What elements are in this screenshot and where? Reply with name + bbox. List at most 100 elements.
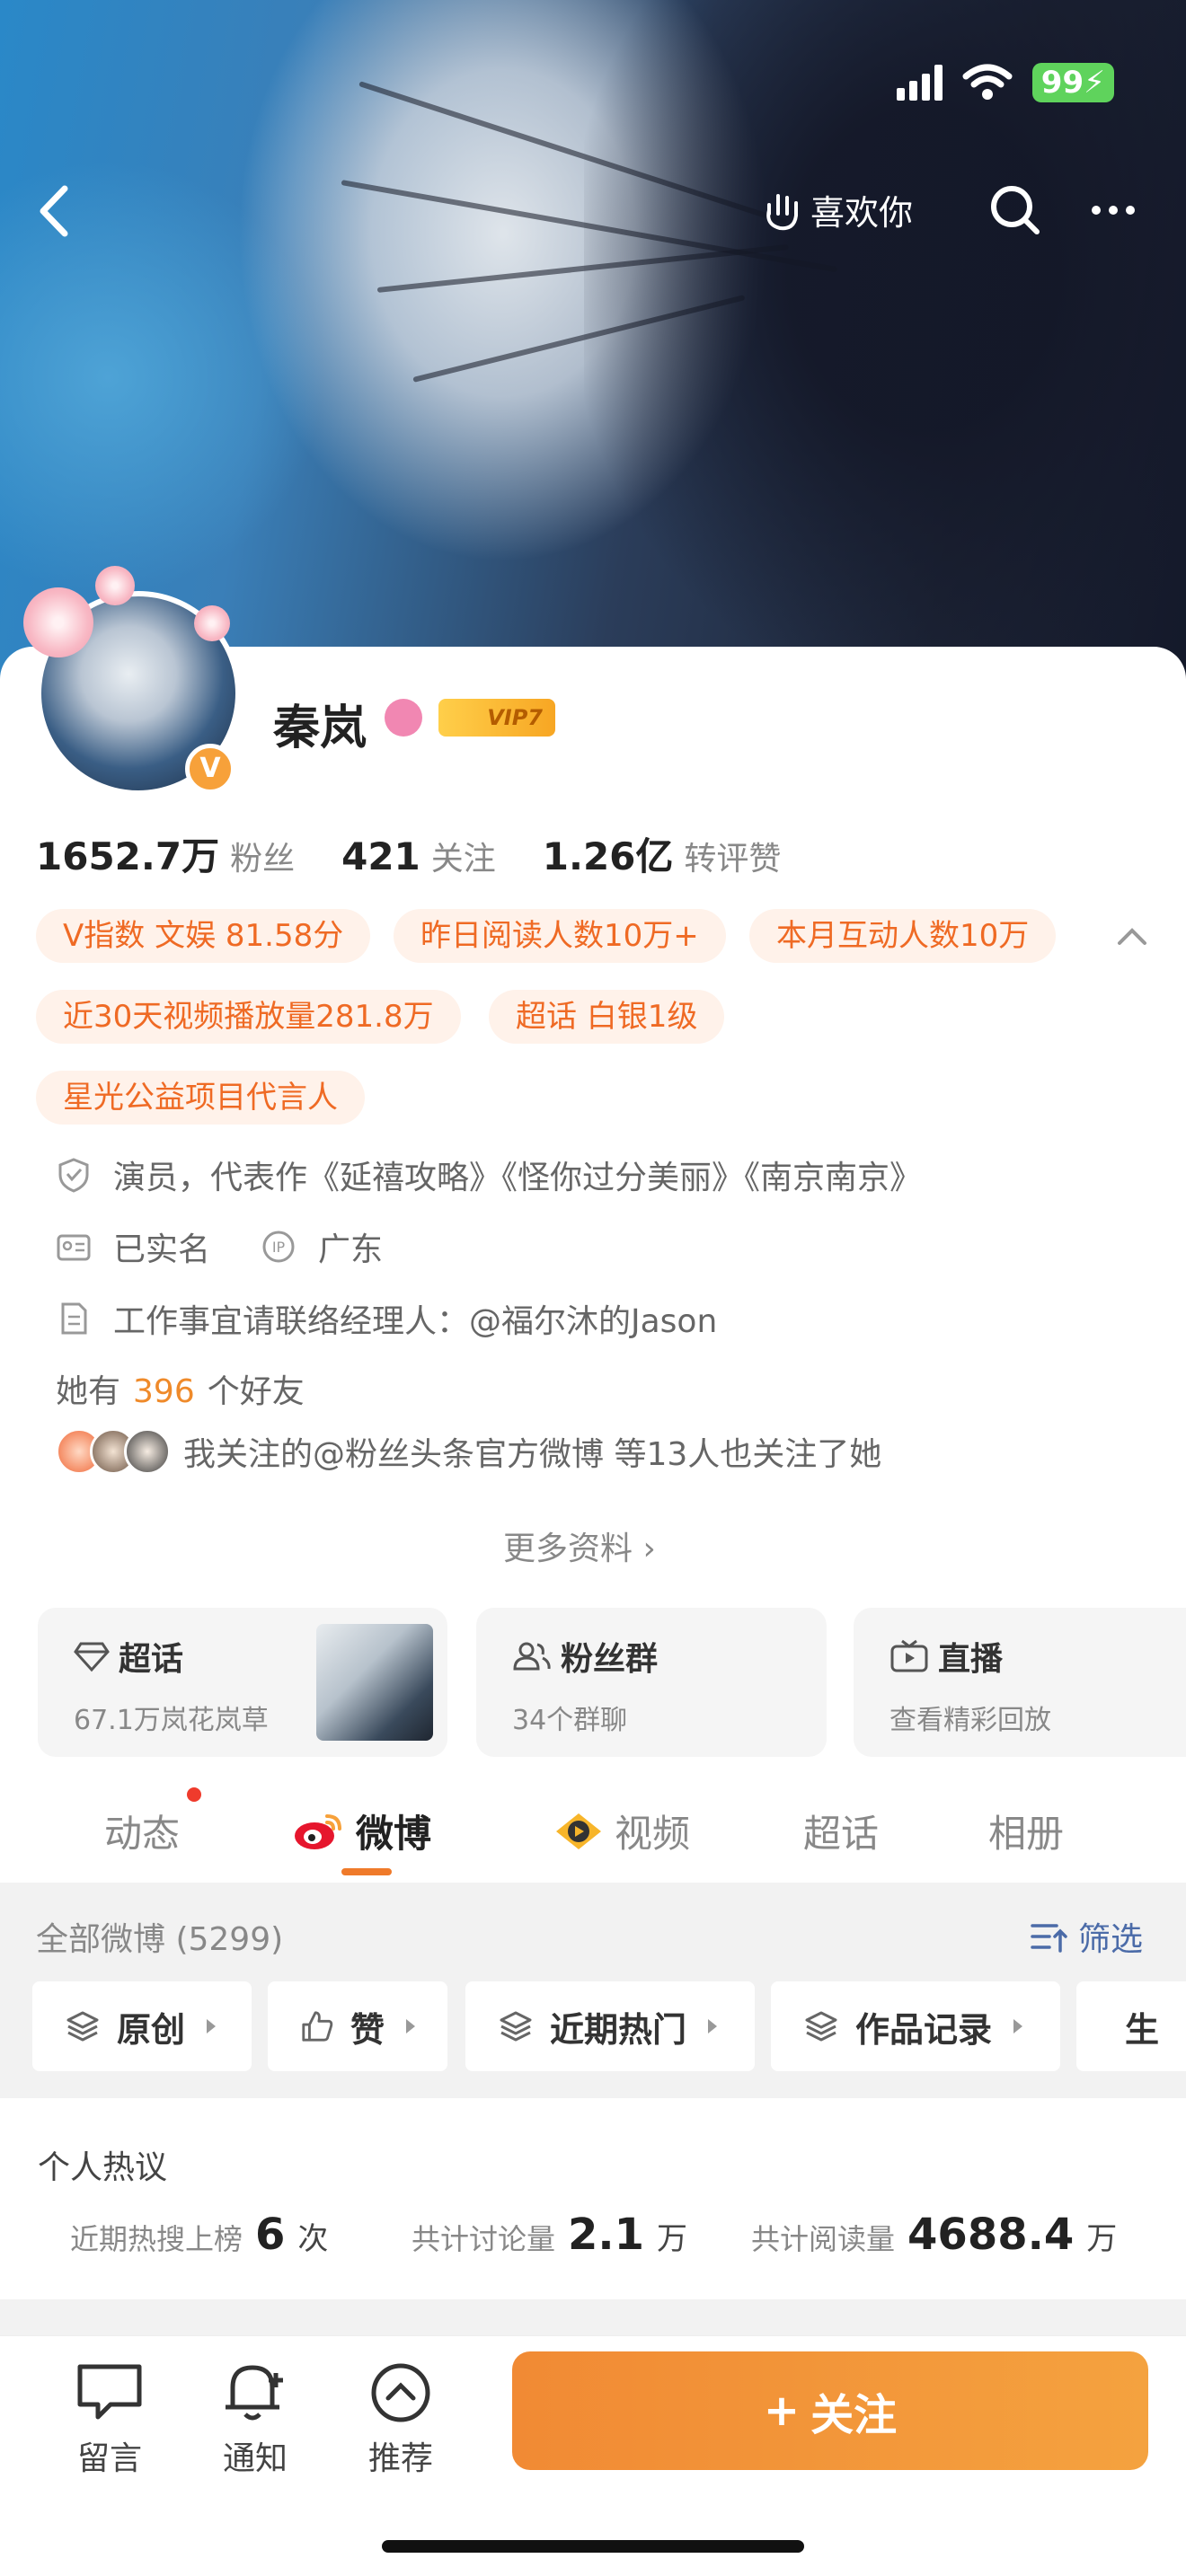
chip-original[interactable]: 原创 xyxy=(32,1981,252,2071)
tab-album[interactable]: 相册 xyxy=(988,1804,1064,1858)
chip-life[interactable]: 生 xyxy=(1076,1981,1186,2071)
verified-v-icon: V xyxy=(185,744,235,794)
weibo-logo-icon xyxy=(295,1813,341,1849)
wifi-icon xyxy=(962,64,1013,100)
fan-group-title: 粉丝群 xyxy=(561,1641,659,1678)
like-you-button[interactable]: 喜欢你 xyxy=(762,185,913,234)
thumbs-up-icon xyxy=(302,2011,333,2042)
bell-plus-icon xyxy=(226,2365,283,2421)
following-count[interactable]: 421 xyxy=(341,834,420,878)
contact-row: 工作事宜请联络经理人：@福尔沐的Jason xyxy=(56,1295,717,1342)
search-icon[interactable] xyxy=(988,183,1042,237)
signal-icon xyxy=(896,65,943,101)
tv-icon xyxy=(890,1639,928,1672)
group-icon xyxy=(513,1642,551,1671)
fan-group-card[interactable]: 粉丝群 34个群聊 xyxy=(476,1608,827,1757)
hot-discussion-title: 个人热议 xyxy=(38,2149,168,2186)
comment-label: 留言 xyxy=(76,2440,142,2477)
followers-label: 粉丝 xyxy=(230,841,296,878)
likes-label: 转评赞 xyxy=(684,841,782,878)
like-you-label: 喜欢你 xyxy=(810,193,914,233)
profile-tabs: 动态 微博 视频 超话 相册 xyxy=(0,1796,1186,1883)
profile-stats: 1652.7万 粉丝 421 关注 1.26亿 转评赞 xyxy=(36,826,828,881)
tag-monthly-interactions[interactable]: 本月互动人数10万 xyxy=(749,909,1057,963)
fan-group-sub: 34个群聊 xyxy=(512,1705,628,1736)
following-label: 关注 xyxy=(430,841,496,878)
recommend-button[interactable]: 推荐 xyxy=(347,2360,455,2479)
friends-prefix: 她有 xyxy=(56,1373,121,1410)
likes-count[interactable]: 1.26亿 xyxy=(543,826,674,881)
video-icon xyxy=(556,1813,601,1849)
recommend-icon xyxy=(371,2363,430,2422)
document-icon xyxy=(61,1302,87,1335)
cover-hair-strand xyxy=(376,243,789,293)
chevron-up-icon[interactable] xyxy=(1114,922,1150,948)
more-info-link[interactable]: 更多资料 › xyxy=(503,1522,656,1569)
tab-supertopic[interactable]: 超话 xyxy=(803,1804,879,1858)
notification-dot xyxy=(187,1787,201,1802)
live-card[interactable]: 直播 查看精彩回放 xyxy=(854,1608,1186,1757)
notify-button[interactable]: 通知 xyxy=(201,2360,309,2479)
live-title: 直播 xyxy=(938,1641,1004,1678)
flower-decoration xyxy=(95,566,135,605)
notify-label: 通知 xyxy=(222,2440,288,2477)
active-tab-indicator xyxy=(341,1868,392,1875)
female-badge-icon[interactable] xyxy=(385,699,422,737)
flower-decoration xyxy=(23,587,93,657)
mutual-follow-row[interactable]: 我关注的@粉丝头条官方微博 等13人也关注了她 xyxy=(56,1428,881,1475)
cover-hair-strand xyxy=(412,295,746,383)
identity-row: 已实名 IP 广东 xyxy=(56,1223,383,1270)
followers-count[interactable]: 1652.7万 xyxy=(36,826,219,881)
tag-video-plays[interactable]: 近30天视频播放量281.8万 xyxy=(36,990,461,1044)
verification-row: 演员，代表作《延禧攻略》《怪你过分美丽》《南京南京》 xyxy=(56,1151,922,1198)
diamond-icon xyxy=(74,1642,110,1672)
reads-stat[interactable]: 共计阅读量 4688.4 万 xyxy=(751,2210,1117,2260)
profile-name: 秦岚 xyxy=(273,701,367,755)
live-sub: 查看精彩回放 xyxy=(890,1705,1051,1736)
vip-badge[interactable]: VIP7 xyxy=(438,699,555,737)
supertopic-thumbnail xyxy=(316,1624,433,1741)
plus-icon: + xyxy=(763,2386,801,2436)
id-card-icon xyxy=(57,1234,91,1261)
layers-icon xyxy=(66,2011,99,2042)
mutual-follow-text: 我关注的@粉丝头条官方微博 等13人也关注了她 xyxy=(183,1436,882,1473)
tag-charity-ambassador[interactable]: 星光公益项目代言人 xyxy=(36,1071,365,1125)
friends-count-row[interactable]: 她有 396 个好友 xyxy=(56,1365,305,1412)
back-icon[interactable] xyxy=(27,180,81,243)
battery-indicator: 99⚡ xyxy=(1031,63,1114,102)
more-options-icon[interactable] xyxy=(1092,192,1146,228)
chip-works[interactable]: 作品记录 xyxy=(771,1981,1060,2071)
chip-recent-hot[interactable]: 近期热门 xyxy=(465,1981,755,2071)
tag-v-index[interactable]: V指数 文娱 81.58分 xyxy=(36,909,371,963)
cover-image xyxy=(0,0,1186,683)
discussion-stat[interactable]: 共计讨论量 2.1 万 xyxy=(412,2210,687,2260)
top-nav-bar: 喜欢你 xyxy=(0,171,1186,251)
feed-count: 全部微博 (5299) xyxy=(36,1921,284,1958)
comment-button[interactable]: 留言 xyxy=(56,2360,164,2479)
tab-video[interactable]: 视频 xyxy=(553,1804,690,1858)
follow-button[interactable]: + 关注 xyxy=(512,2351,1148,2470)
tab-weibo[interactable]: 微博 xyxy=(293,1804,431,1858)
friends-suffix: 个好友 xyxy=(207,1373,305,1410)
recommend-label: 推荐 xyxy=(367,2440,433,2477)
home-indicator[interactable] xyxy=(382,2540,804,2553)
tag-yesterday-reads[interactable]: 昨日阅读人数10万+ xyxy=(394,909,726,963)
comment-icon xyxy=(77,2364,142,2420)
status-bar: 99⚡ xyxy=(896,63,1114,102)
ip-location-icon: IP xyxy=(262,1231,295,1263)
section-divider xyxy=(0,2299,1186,2335)
verification-text: 演员，代表作《延禧攻略》《怪你过分美丽》《南京南京》 xyxy=(113,1160,923,1196)
supertopic-card[interactable]: 超话 67.1万岚花岚草 xyxy=(38,1608,447,1757)
ip-location-text: 广东 xyxy=(318,1231,384,1268)
contact-text[interactable]: 工作事宜请联络经理人：@福尔沐的Jason xyxy=(113,1295,717,1342)
tag-supertopic-level[interactable]: 超话 白银1级 xyxy=(489,990,725,1044)
layers-icon xyxy=(500,2011,532,2042)
hot-search-stat[interactable]: 近期热搜上榜 6 次 xyxy=(70,2210,328,2260)
supertopic-title: 超话 xyxy=(119,1641,184,1678)
tab-activity[interactable]: 动态 xyxy=(104,1804,180,1858)
chip-likes[interactable]: 赞 xyxy=(268,1981,447,2071)
shield-icon xyxy=(58,1158,89,1193)
layers-icon xyxy=(805,2011,837,2042)
filter-button[interactable]: 筛选 xyxy=(1030,1913,1143,1960)
filter-icon xyxy=(1031,1924,1067,1953)
